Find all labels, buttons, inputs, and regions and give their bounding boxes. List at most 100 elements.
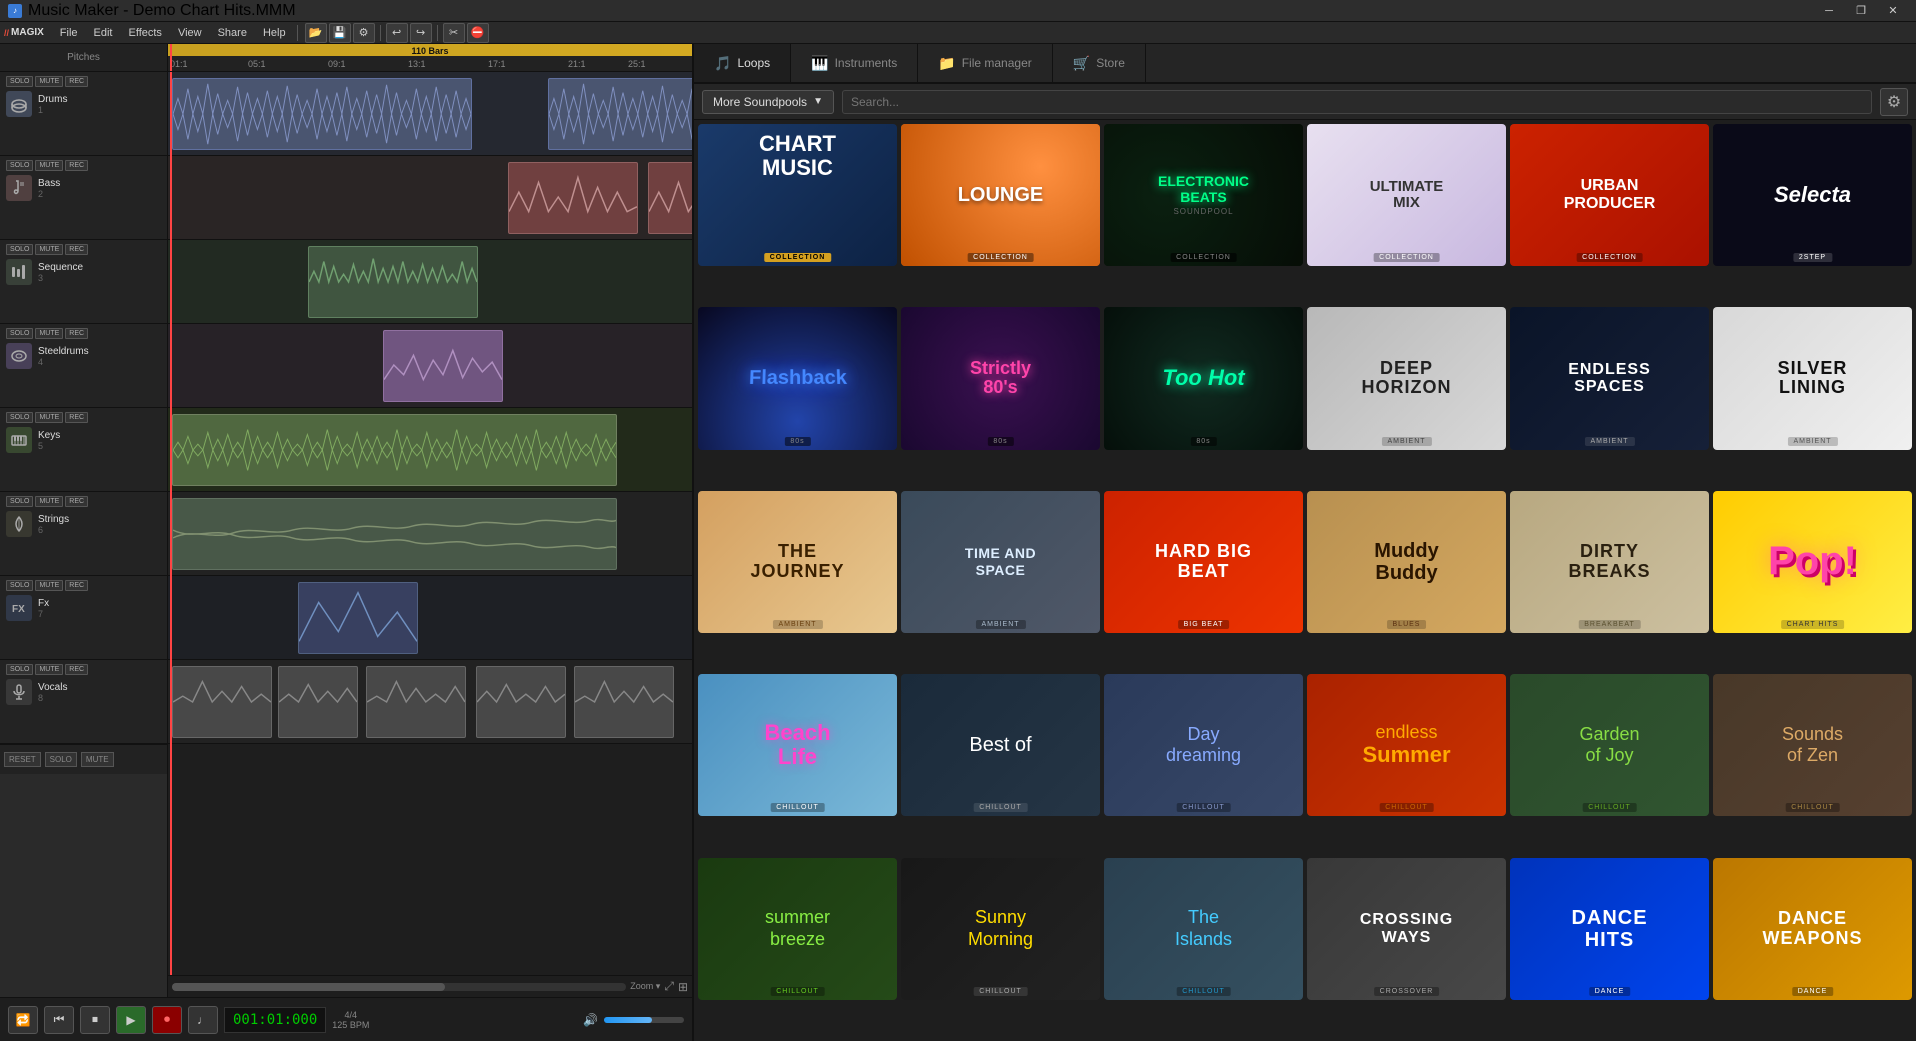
scroll-thumb[interactable] [172, 983, 445, 991]
menu-file[interactable]: File [52, 25, 86, 41]
soundpool-search-input[interactable] [842, 90, 1872, 114]
titlebar-controls[interactable]: ─ ❐ ✕ [1814, 1, 1908, 21]
rec-fx[interactable]: REC [65, 580, 88, 591]
tab-instruments[interactable]: 🎹 Instruments [791, 44, 918, 82]
expand-btn[interactable]: ⊞ [678, 980, 688, 994]
menu-view[interactable]: View [170, 25, 210, 41]
card-garden-of-joy[interactable]: Gardenof Joy CHILLOUT [1510, 674, 1709, 816]
rec-seq[interactable]: REC [65, 244, 88, 255]
clip-vocals-5[interactable] [574, 666, 674, 738]
clip-fx-1[interactable] [298, 582, 418, 654]
clip-bass-2[interactable] [648, 162, 692, 234]
clip-strings-1[interactable] [172, 498, 617, 570]
card-endless-spaces[interactable]: ENDLESSSPACES AMBIENT [1510, 307, 1709, 449]
card-pop[interactable]: Pop! CHART HITS [1713, 491, 1912, 633]
mute-all-btn[interactable]: MUTE [81, 752, 114, 767]
clip-vocals-4[interactable] [476, 666, 566, 738]
cut-btn[interactable]: ✂ [443, 23, 465, 43]
card-hard-big-beat[interactable]: HARD BIGBEAT BIG BEAT [1104, 491, 1303, 633]
card-summer-breeze[interactable]: summerbreeze CHILLOUT [698, 858, 897, 1000]
card-best-of[interactable]: Best of CHILLOUT [901, 674, 1100, 816]
card-electronic-beats[interactable]: ELECTRONICBEATS SOUNDPOOL COLLECTION [1104, 124, 1303, 266]
stop-btn[interactable]: ⏹ [80, 1006, 110, 1034]
lane-strings[interactable] [168, 492, 692, 576]
solo-all-btn[interactable]: SOLO [45, 752, 77, 767]
rec-vocals[interactable]: REC [65, 664, 88, 675]
card-ultimate-mix[interactable]: ULTIMATEMIX COLLECTION [1307, 124, 1506, 266]
menu-edit[interactable]: Edit [86, 25, 121, 41]
card-day-dreaming[interactable]: Daydreaming CHILLOUT [1104, 674, 1303, 816]
open-file-btn[interactable]: 📂 [305, 23, 327, 43]
rec-keys[interactable]: REC [65, 412, 88, 423]
solo-strings[interactable]: SOLO [6, 496, 33, 507]
rec-bass[interactable]: REC [65, 160, 88, 171]
mute-vocals[interactable]: MUTE [35, 664, 63, 675]
fit-btn[interactable]: ⤢ [664, 979, 674, 994]
card-dance-hits[interactable]: DANCEHITS DANCE [1510, 858, 1709, 1000]
redo-btn[interactable]: ↪ [410, 23, 432, 43]
solo-fx[interactable]: SOLO [6, 580, 33, 591]
card-flashback[interactable]: Flashback 80s [698, 307, 897, 449]
clip-seq-1[interactable] [308, 246, 478, 318]
solo-steel[interactable]: SOLO [6, 328, 33, 339]
mute-strings[interactable]: MUTE [35, 496, 63, 507]
timeline[interactable]: 110 Bars 01:1 05:1 09:1 13:1 17:1 21:1 2… [168, 44, 692, 72]
menu-effects[interactable]: Effects [121, 25, 170, 41]
lane-vocals[interactable] [168, 660, 692, 744]
card-muddy-buddy[interactable]: MuddyBuddy BLUES [1307, 491, 1506, 633]
volume-slider[interactable] [604, 1017, 684, 1023]
settings-btn[interactable]: ⚙ [353, 23, 375, 43]
mute-steel[interactable]: MUTE [35, 328, 63, 339]
clip-bass-1[interactable] [508, 162, 638, 234]
card-time-and-space[interactable]: TIME ANDSPACE AMBIENT [901, 491, 1100, 633]
tab-store[interactable]: 🛒 Store [1053, 44, 1146, 82]
mute-bass[interactable]: MUTE [35, 160, 63, 171]
card-crossing-ways[interactable]: CROSSINGWAYS CROSSOVER [1307, 858, 1506, 1000]
save-btn[interactable]: 💾 [329, 23, 351, 43]
clip-keys-1[interactable] [172, 414, 617, 486]
menu-help[interactable]: Help [255, 25, 294, 41]
clip-vocals-1[interactable] [172, 666, 272, 738]
rec-drums[interactable]: REC [65, 76, 88, 87]
card-strictly-80s[interactable]: Strictly80's 80s [901, 307, 1100, 449]
loop-btn[interactable]: 🔁 [8, 1006, 38, 1034]
lane-bass[interactable] [168, 156, 692, 240]
card-beach-life[interactable]: BeachLife CHILLOUT [698, 674, 897, 816]
card-deep-horizon[interactable]: DEEPHORIZON AMBIENT [1307, 307, 1506, 449]
tab-file-manager[interactable]: 📁 File manager [918, 44, 1052, 82]
menu-share[interactable]: Share [210, 25, 255, 41]
card-dance-weapons[interactable]: DANCEWEAPONS DANCE [1713, 858, 1912, 1000]
undo-btn[interactable]: ↩ [386, 23, 408, 43]
card-silver-lining[interactable]: SILVERLINING AMBIENT [1713, 307, 1912, 449]
lane-keys[interactable] [168, 408, 692, 492]
card-dirty-breaks[interactable]: DIRTYBREAKS BREAKBEAT [1510, 491, 1709, 633]
solo-seq[interactable]: SOLO [6, 244, 33, 255]
solo-drums[interactable]: SOLO [6, 76, 33, 87]
lane-seq[interactable] [168, 240, 692, 324]
lane-steel[interactable] [168, 324, 692, 408]
clip-steel-1[interactable] [383, 330, 503, 402]
horizontal-scrollbar[interactable] [172, 983, 626, 991]
card-chart-music[interactable]: CHARTMUSIC COLLECTION [698, 124, 897, 266]
soundpool-dropdown[interactable]: More Soundpools ▼ [702, 90, 834, 114]
lane-fx[interactable] [168, 576, 692, 660]
mute-fx[interactable]: MUTE [35, 580, 63, 591]
tab-loops[interactable]: 🎵 Loops [694, 44, 791, 82]
solo-vocals[interactable]: SOLO [6, 664, 33, 675]
card-selecta[interactable]: Selecta 2STEP [1713, 124, 1912, 266]
soundpool-settings-btn[interactable]: ⚙ [1880, 88, 1908, 116]
clip-vocals-3[interactable] [366, 666, 466, 738]
reset-btn[interactable]: RESET [4, 752, 41, 767]
record-btn[interactable]: ⏺ [152, 1006, 182, 1034]
minimize-button[interactable]: ─ [1814, 1, 1844, 21]
card-too-hot[interactable]: Too Hot 80s [1104, 307, 1303, 449]
clip-vocals-2[interactable] [278, 666, 358, 738]
lane-drums[interactable] [168, 72, 692, 156]
card-urban-producer[interactable]: URBANPRODUCER COLLECTION [1510, 124, 1709, 266]
rec-steel[interactable]: REC [65, 328, 88, 339]
mute-keys[interactable]: MUTE [35, 412, 63, 423]
solo-keys[interactable]: SOLO [6, 412, 33, 423]
close-button[interactable]: ✕ [1878, 1, 1908, 21]
card-the-journey[interactable]: THEJOURNEY AMBIENT [698, 491, 897, 633]
rewind-btn[interactable]: ⏮ [44, 1006, 74, 1034]
